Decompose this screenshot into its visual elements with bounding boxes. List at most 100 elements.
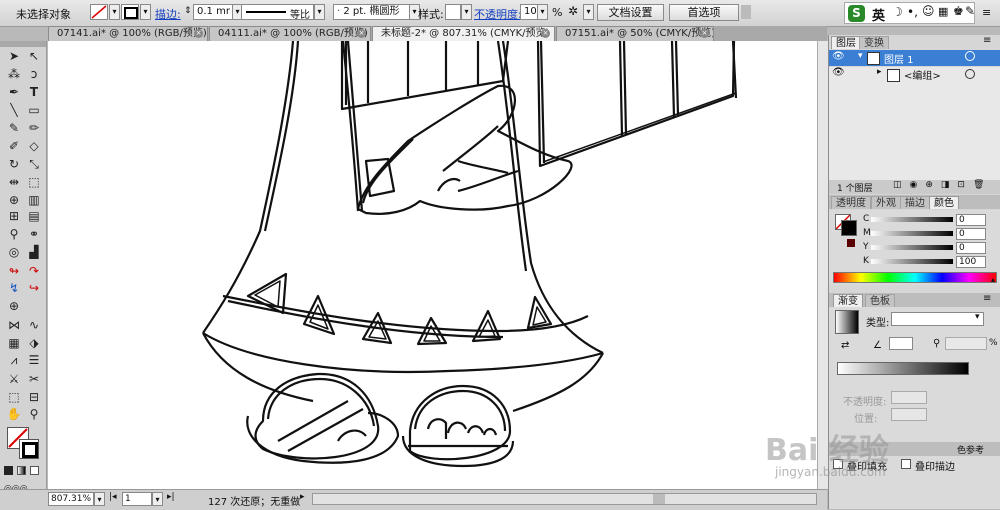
curvature-tool-icon[interactable]: ↷	[25, 263, 43, 279]
tab-transform[interactable]: 变换	[859, 36, 889, 49]
symbol-sprayer-tool-icon[interactable]: ◎	[5, 244, 23, 260]
magenta-slider[interactable]	[871, 231, 953, 236]
punctuation-icon[interactable]: •,	[907, 5, 918, 19]
print-tiling-tool-icon[interactable]: ⊟	[25, 389, 43, 405]
magic-wand-tool-icon[interactable]: ⁂	[5, 66, 23, 82]
expand-arrow-icon[interactable]: ▾	[858, 51, 863, 61]
none-mode-icon[interactable]	[30, 466, 39, 475]
yellow-slider[interactable]	[871, 245, 953, 250]
shaper-tool-icon[interactable]: ↬	[5, 263, 23, 279]
graph-tool-icon[interactable]: ⩘	[5, 352, 23, 368]
stroke-color-box[interactable]	[19, 439, 39, 459]
opacity-link[interactable]: 不透明度:	[474, 6, 522, 22]
tab-07141[interactable]: 07141.ai* @ 100% (RGB/预览) ×	[48, 26, 208, 41]
variable-width-profile[interactable]: 等比	[241, 4, 314, 21]
opacity-dropdown-icon[interactable]: ▾	[537, 4, 548, 20]
paintbrush-tool-icon[interactable]: ✎	[5, 120, 23, 136]
recolor-artwork-icon[interactable]: ✲	[568, 4, 578, 18]
ime-logo[interactable]: S	[848, 5, 865, 22]
stroke-dropdown-icon[interactable]: ▾	[140, 4, 151, 20]
stroke-link[interactable]: 描边:	[155, 6, 181, 22]
target-icon[interactable]	[965, 69, 975, 79]
gradient-panel-menu-icon[interactable]: ≡	[983, 293, 991, 304]
tab-07151[interactable]: 07151.ai* @ 50% (CMYK/预览) ×	[556, 26, 714, 41]
expand-arrow-icon[interactable]: ▸	[877, 67, 882, 77]
stroke-weight-field[interactable]: 0.1 mr	[193, 4, 233, 20]
arrange-documents-icon[interactable]	[741, 5, 751, 19]
pen-tool-icon[interactable]: ✒	[5, 84, 23, 100]
eye-icon[interactable]: 👁	[832, 51, 845, 62]
close-icon[interactable]: ×	[357, 29, 366, 38]
direct-selection-tool-icon[interactable]: ↖	[25, 48, 43, 64]
first-page-icon[interactable]: |◂	[109, 492, 117, 502]
magenta-value[interactable]: 0	[956, 228, 986, 240]
zoom-tool-icon[interactable]: ⚲	[25, 406, 43, 422]
next-page-icon[interactable]: ▸|	[167, 492, 175, 502]
page-dropdown-icon[interactable]: ▾	[152, 492, 163, 506]
gradient-thumbnail[interactable]	[835, 310, 859, 334]
page-field[interactable]: 1	[122, 492, 152, 506]
gradient-type-select[interactable]	[891, 312, 984, 326]
yellow-value[interactable]: 0	[956, 242, 986, 254]
width-tool-icon[interactable]: ⇹	[5, 174, 23, 190]
layer-actions-icons[interactable]: ◫◉⊕◨⊡🗑	[893, 180, 992, 190]
fill-swatch[interactable]	[90, 4, 108, 20]
live-paint-tool-icon[interactable]: ⬗	[25, 335, 43, 351]
black-slider[interactable]	[871, 259, 953, 264]
stroke-swatch[interactable]	[121, 4, 139, 20]
horizontal-scrollbar[interactable]	[312, 493, 817, 505]
line-tool-icon[interactable]: ╲	[5, 102, 23, 118]
list-tool-icon[interactable]: ☰	[25, 352, 43, 368]
fill-dropdown-icon[interactable]: ▾	[109, 4, 120, 20]
layers-panel-menu-icon[interactable]: ≡	[983, 35, 991, 46]
style-dropdown-icon[interactable]: ▾	[461, 4, 472, 20]
zoom-dropdown-icon[interactable]: ▾	[94, 492, 105, 506]
close-icon[interactable]: ×	[194, 29, 203, 38]
tab-04111[interactable]: 04111.ai* @ 100% (RGB/预览) ×	[209, 26, 371, 41]
hand-tool-icon[interactable]: ✋	[5, 406, 23, 422]
eyedropper-tool-icon[interactable]: ⚲	[5, 226, 23, 242]
vertical-scrollbar[interactable]	[817, 41, 828, 489]
shape-builder-tool-icon[interactable]: ⊕	[5, 192, 23, 208]
rotate-tool-icon[interactable]: ↻	[5, 156, 23, 172]
out-of-gamut-swatch[interactable]	[847, 239, 855, 247]
perspective-grid-tool-icon[interactable]: ▥	[25, 192, 43, 208]
gradient-mode-icon[interactable]	[17, 466, 26, 475]
tab-appearance[interactable]: 外观	[871, 196, 901, 209]
selection-tool-icon[interactable]: ➤	[5, 48, 23, 64]
warp-tool-icon[interactable]: ⋈	[5, 317, 23, 333]
panel-menu-icon[interactable]: ≡	[982, 6, 991, 19]
tools-panel-grip[interactable]	[0, 41, 46, 47]
lasso-tool-icon[interactable]: ↄ	[25, 66, 43, 82]
smile-icon[interactable]: ☺	[922, 4, 935, 18]
document-setup-button[interactable]: 文档设置	[597, 4, 664, 21]
type-tool-icon[interactable]: T	[25, 84, 43, 100]
crosshair-tool-icon[interactable]: ⊕	[5, 298, 23, 314]
blend-tool-icon[interactable]: ⚭	[25, 226, 43, 242]
wrench-icon[interactable]: ✎	[965, 4, 975, 18]
black-value[interactable]: 100	[956, 256, 986, 268]
blob-brush-tool-icon[interactable]: ✐	[5, 138, 23, 154]
tab-transparency[interactable]: 透明度	[831, 196, 871, 209]
gradient-tool-icon[interactable]: ▤	[25, 208, 43, 224]
tab-untitled-2[interactable]: 未标题-2* @ 807.31% (CMYK/预览) ×	[372, 26, 555, 41]
target-icon[interactable]	[965, 51, 975, 61]
reverse-gradient-icon[interactable]: ⇄	[841, 340, 849, 351]
scale-tool-icon[interactable]: ⤡	[25, 156, 43, 172]
tab-swatches[interactable]: 色板	[865, 294, 895, 307]
gradient-type-dropdown-icon[interactable]: ▾	[975, 312, 980, 322]
tab-layers[interactable]: 图层	[831, 36, 861, 49]
stroke-proxy[interactable]	[841, 220, 857, 236]
cyan-value[interactable]: 0	[956, 214, 986, 226]
layer-name[interactable]: <编组>	[904, 67, 941, 82]
stepper-icon[interactable]: ⇕	[184, 6, 192, 16]
join-tool-icon[interactable]: ↪	[25, 280, 43, 296]
mesh-tool-icon[interactable]: ⊞	[5, 208, 23, 224]
brush-definition[interactable]: · 2 pt. 椭圆形	[333, 4, 410, 20]
eraser-tool-icon[interactable]: ◇	[25, 138, 43, 154]
panel-resize-icon[interactable]: ▴	[991, 275, 999, 284]
preferences-button[interactable]: 首选项	[669, 4, 739, 21]
close-icon[interactable]: ×	[700, 29, 709, 38]
free-transform-tool-icon[interactable]: ⬚	[25, 174, 43, 190]
color-spectrum[interactable]	[833, 272, 997, 283]
